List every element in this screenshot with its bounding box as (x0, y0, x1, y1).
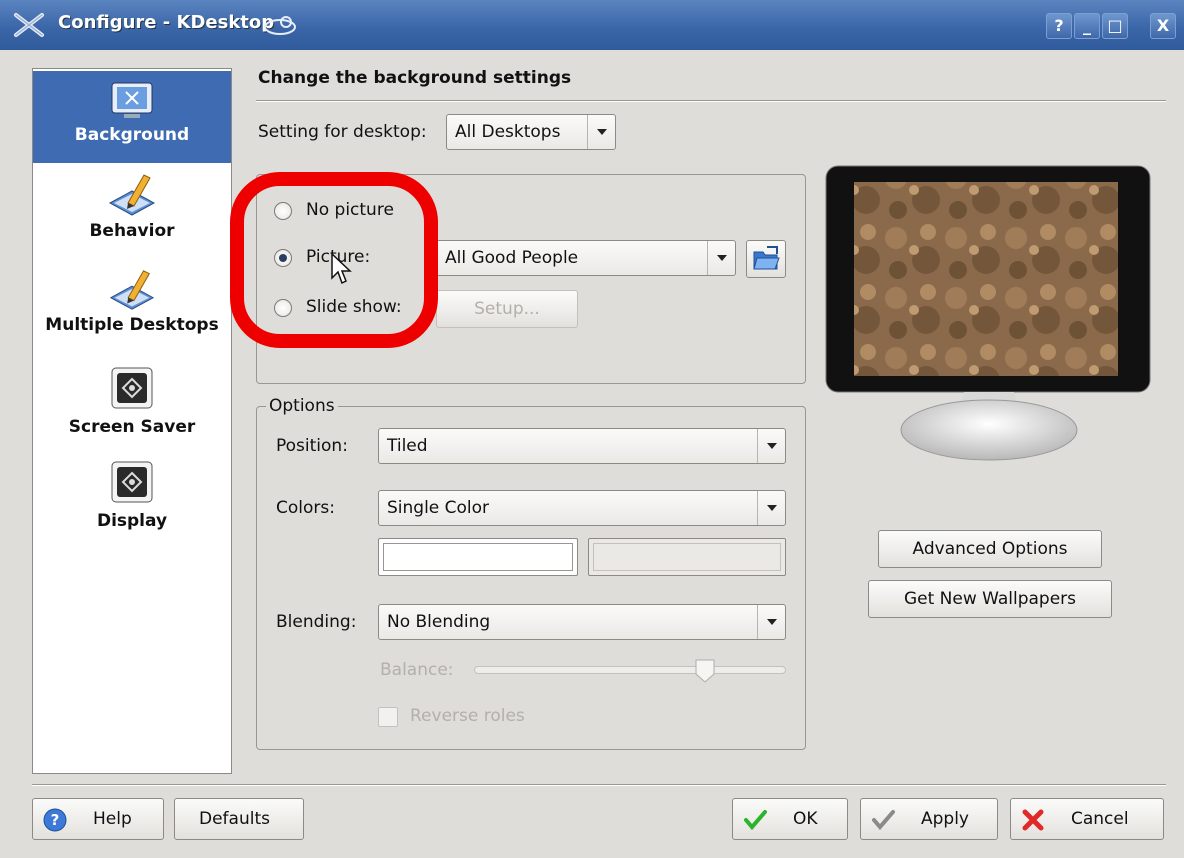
open-file-button[interactable] (746, 240, 786, 278)
wallpaper-preview (825, 165, 1151, 461)
help-title-button[interactable]: ? (1046, 13, 1072, 39)
screensaver-icon (111, 367, 153, 409)
apply-label: Apply (921, 809, 969, 829)
cursor-icon (331, 252, 352, 285)
folder-open-icon (753, 246, 780, 270)
secondary-color-button[interactable] (588, 538, 786, 576)
sidebar-item-label: Screen Saver (68, 417, 196, 437)
sidebar-item-display[interactable]: Display (33, 461, 231, 541)
ok-label: OK (793, 809, 818, 829)
sidebar-item-multiple-desktops[interactable]: Multiple Desktops (33, 265, 231, 355)
ok-button[interactable]: OK (732, 798, 848, 840)
pencil-icon (108, 174, 156, 216)
cancel-x-icon (1022, 809, 1044, 831)
defaults-button[interactable]: Defaults (174, 798, 304, 840)
screensaver-icon (111, 461, 153, 503)
primary-color-button[interactable] (378, 538, 578, 576)
heading-divider (256, 100, 1166, 102)
position-select-value: Tiled (387, 436, 428, 456)
sticky-icon[interactable] (262, 14, 298, 36)
svg-text:?: ? (51, 811, 60, 829)
cancel-button[interactable]: Cancel (1010, 798, 1164, 840)
page-title: Change the background settings (258, 68, 572, 88)
pencil-icon (109, 270, 155, 310)
chevron-down-icon[interactable] (707, 241, 735, 275)
minimize-button[interactable]: _ (1074, 13, 1100, 39)
title-bar[interactable]: Configure - KDesktop ? _ □ X (0, 0, 1184, 50)
balance-label: Balance: (380, 660, 454, 680)
kde-x-icon[interactable] (12, 12, 46, 38)
defaults-label: Defaults (199, 809, 270, 829)
position-label: Position: (276, 436, 348, 456)
help-button[interactable]: ? Help (32, 798, 164, 840)
sidebar-item-background[interactable]: Background (33, 71, 231, 163)
window-title: Configure - KDesktop (58, 12, 275, 33)
configure-window: Configure - KDesktop ? _ □ X Background (0, 0, 1184, 858)
position-select[interactable]: Tiled (378, 428, 786, 464)
blending-select[interactable]: No Blending (378, 604, 786, 640)
maximize-button[interactable]: □ (1102, 13, 1128, 39)
sidebar-item-behavior[interactable]: Behavior (33, 169, 231, 259)
sidebar-item-label: Background (74, 125, 190, 145)
desktop-setting-label: Setting for desktop: (258, 122, 427, 142)
blending-select-value: No Blending (387, 612, 491, 632)
picture-select[interactable]: All Good People (436, 240, 736, 276)
chevron-down-icon[interactable] (587, 115, 615, 149)
chevron-down-icon[interactable] (757, 491, 785, 525)
setup-button[interactable]: Setup... (436, 290, 578, 328)
reverse-roles-label: Reverse roles (410, 706, 525, 726)
help-label: Help (93, 809, 132, 829)
sidebar-item-label: Display (96, 511, 168, 531)
chevron-down-icon[interactable] (757, 605, 785, 639)
sidebar-item-label: Behavior (89, 221, 175, 241)
colors-select[interactable]: Single Color (378, 490, 786, 526)
blending-label: Blending: (276, 612, 357, 632)
options-group-title: Options (266, 396, 338, 416)
advanced-options-button[interactable]: Advanced Options (878, 530, 1102, 568)
checkmark-icon (872, 810, 895, 831)
picture-select-value: All Good People (445, 248, 579, 268)
monitor-icon (111, 82, 153, 118)
sidebar: Background Behavior Multiple Desktops Sc… (32, 68, 232, 774)
desktop-select[interactable]: All Desktops (446, 114, 616, 150)
checkmark-icon (744, 810, 767, 831)
colors-select-value: Single Color (387, 498, 490, 518)
desktop-select-value: All Desktops (455, 122, 561, 142)
get-new-wallpapers-button[interactable]: Get New Wallpapers (868, 580, 1112, 618)
sidebar-item-label: Multiple Desktops (45, 315, 219, 335)
close-button[interactable]: X (1150, 13, 1176, 39)
reverse-roles-checkbox[interactable] (378, 707, 398, 727)
help-icon: ? (43, 808, 67, 832)
slider-handle[interactable] (694, 658, 716, 684)
colors-label: Colors: (276, 498, 335, 518)
balance-slider[interactable] (474, 666, 786, 674)
sidebar-item-screen-saver[interactable]: Screen Saver (33, 367, 231, 447)
footer-divider (32, 784, 1166, 786)
chevron-down-icon[interactable] (757, 429, 785, 463)
cancel-label: Cancel (1071, 809, 1129, 829)
apply-button[interactable]: Apply (860, 798, 998, 840)
